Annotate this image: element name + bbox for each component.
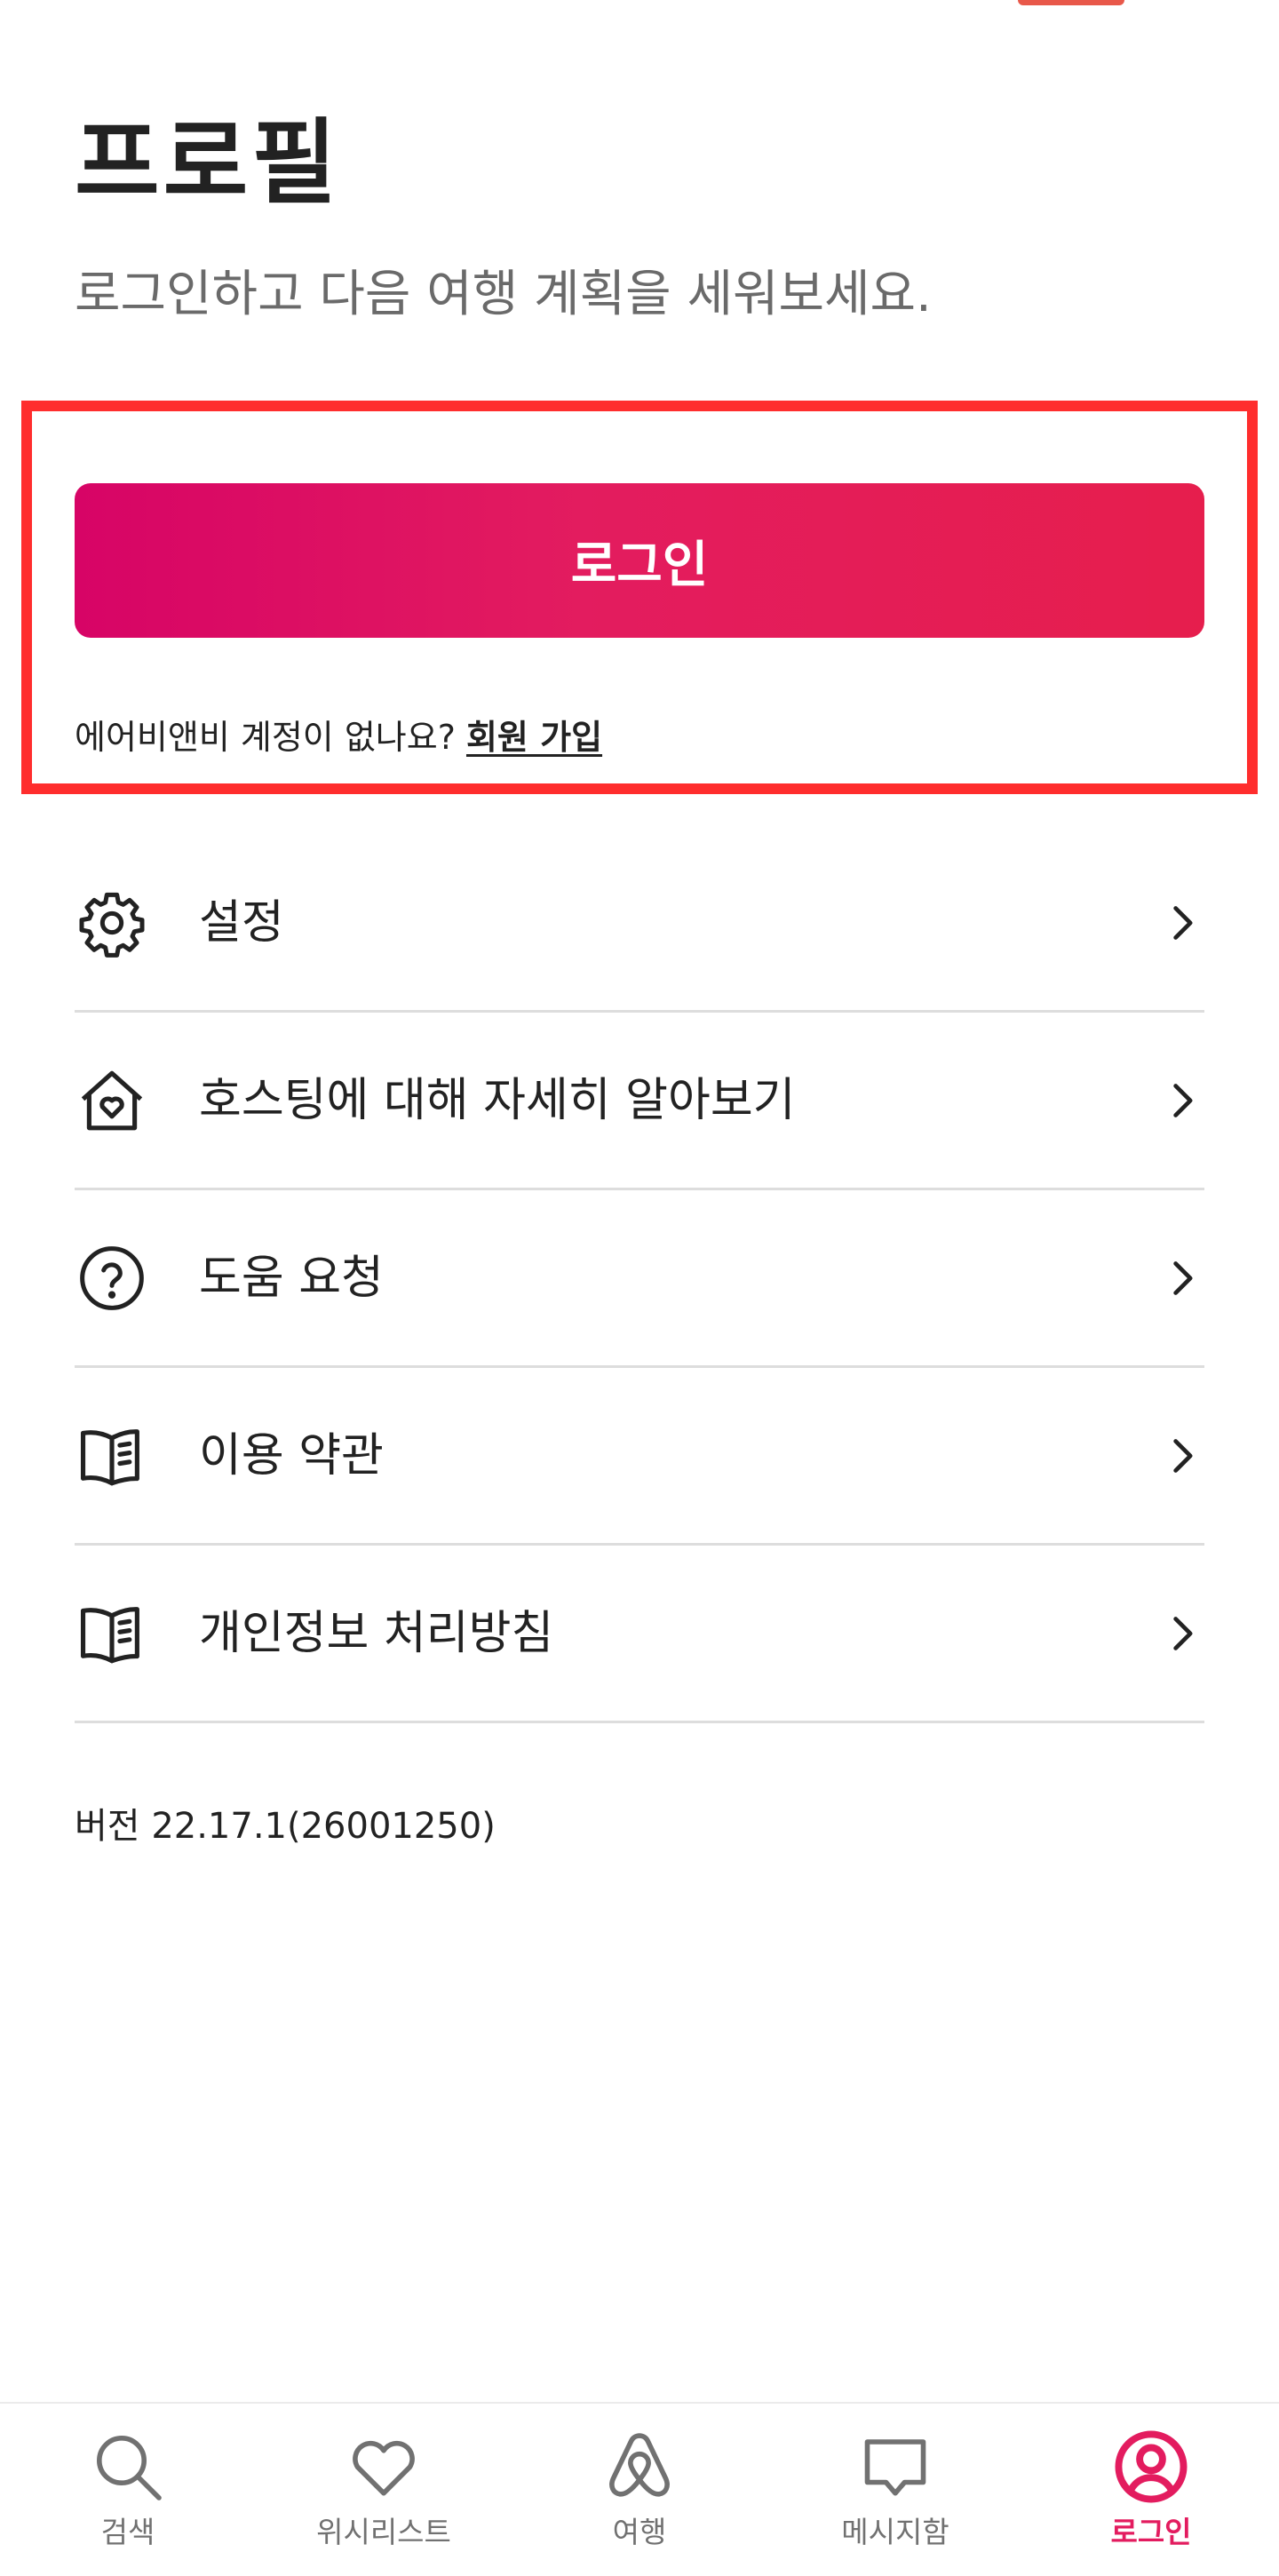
nav-item-wishlist[interactable]: 위시리스트 <box>256 2404 512 2576</box>
chevron-right-icon <box>1160 1256 1204 1300</box>
heart-icon <box>344 2427 424 2507</box>
menu-item-terms[interactable]: 이용 약관 <box>75 1368 1204 1546</box>
home-heart-icon <box>75 1063 149 1138</box>
menu-item-settings[interactable]: 설정 <box>75 835 1204 1013</box>
page-title: 프로필 <box>75 108 341 217</box>
menu-item-privacy[interactable]: 개인정보 처리방침 <box>75 1546 1204 1723</box>
signup-prompt-text: 에어비앤비 계정이 없나요? <box>75 718 466 757</box>
status-indicator-bar <box>1018 0 1124 5</box>
search-icon <box>88 2427 168 2507</box>
user-circle-icon <box>1111 2427 1191 2507</box>
nav-label: 검색 <box>100 2515 155 2549</box>
book-icon <box>75 1596 149 1671</box>
nav-item-search[interactable]: 검색 <box>0 2404 256 2576</box>
menu-item-label: 개인정보 처리방침 <box>199 1606 554 1660</box>
book-icon <box>75 1419 149 1493</box>
menu-item-hosting[interactable]: 호스팅에 대해 자세히 알아보기 <box>75 1013 1204 1190</box>
chevron-right-icon <box>1160 1434 1204 1478</box>
login-button[interactable]: 로그인 <box>75 483 1204 638</box>
chevron-right-icon <box>1160 901 1204 945</box>
airbnb-logo-icon <box>600 2427 679 2507</box>
menu-item-label: 호스팅에 대해 자세히 알아보기 <box>199 1073 796 1127</box>
nav-label: 메시지함 <box>841 2515 949 2549</box>
signup-link[interactable]: 회원 가입 <box>466 718 602 757</box>
signup-prompt-line: 에어비앤비 계정이 없나요? 회원 가입 <box>75 711 602 764</box>
menu-item-label: 이용 약관 <box>199 1428 384 1483</box>
chevron-right-icon <box>1160 1078 1204 1123</box>
nav-label: 로그인 <box>1110 2515 1192 2549</box>
message-icon <box>855 2427 935 2507</box>
nav-item-messages[interactable]: 메시지함 <box>767 2404 1023 2576</box>
nav-label: 위시리스트 <box>316 2515 451 2549</box>
page-subtitle: 로그인하고 다음 여행 계획을 세워보세요. <box>75 266 932 323</box>
menu-item-label: 설정 <box>199 895 284 950</box>
bottom-nav: 검색 위시리스트 여행 메시지함 로그인 <box>0 2402 1279 2576</box>
nav-label: 여행 <box>612 2515 667 2549</box>
nav-item-login[interactable]: 로그인 <box>1023 2404 1279 2576</box>
app-version: 버전 22.17.1(26001250) <box>75 1806 496 1847</box>
profile-menu-list: 설정 호스팅에 대해 자세히 알아보기 도움 요청 이용 약관 개인정보 처리방… <box>75 835 1204 1723</box>
menu-item-help[interactable]: 도움 요청 <box>75 1190 1204 1368</box>
chevron-right-icon <box>1160 1611 1204 1656</box>
nav-item-trips[interactable]: 여행 <box>512 2404 767 2576</box>
gear-icon <box>75 886 149 960</box>
question-circle-icon <box>75 1241 149 1316</box>
menu-item-label: 도움 요청 <box>199 1251 384 1305</box>
